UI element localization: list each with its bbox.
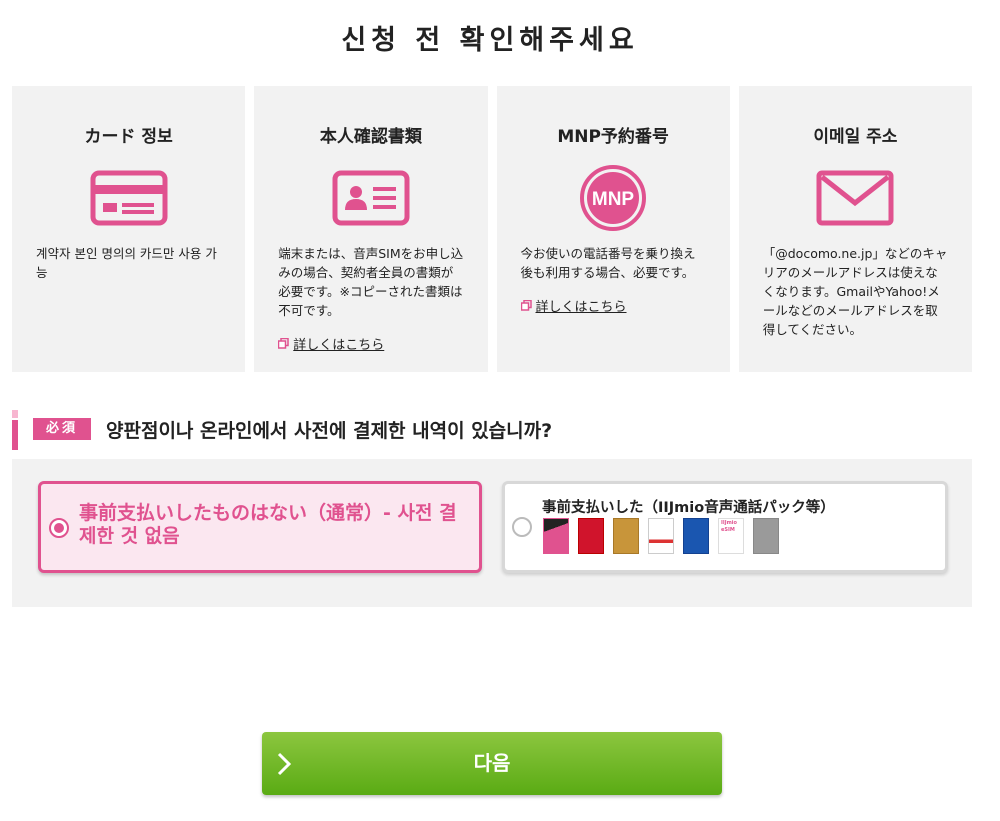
pack-image (613, 518, 639, 554)
pack-image (648, 518, 674, 554)
card-title: MNP予約番号 (557, 127, 669, 147)
prepaid-options: 事前支払いしたものはない（通常）- 사전 결제한 것 없음 事前支払いした（II… (12, 459, 972, 607)
details-link[interactable]: 詳しくはこちら (278, 334, 463, 353)
next-button[interactable]: 다음 (262, 732, 722, 795)
prepaid-pack-images: IIJmio eSIM (543, 518, 779, 554)
pack-image (683, 518, 709, 554)
option-prepaid[interactable]: 事前支払いした（IIJmio音声通話パック等） IIJmio eSIM (502, 481, 948, 573)
credit-card-icon (90, 170, 168, 226)
card-email-address: 이메일 주소 「@docomo.ne.jp」などのキャリアのメールアドレスは使え… (738, 86, 972, 372)
next-button-label: 다음 (473, 751, 511, 775)
card-text: 端末または、音声SIMをお申し込みの場合、契約者全員の書類が必要です。※コピーさ… (278, 246, 464, 318)
card-credit-card: カード 정보 계약자 본인 명의의 카드만 사용 가능 (12, 86, 246, 372)
external-link-icon (520, 300, 532, 311)
pack-image (753, 518, 779, 554)
card-mnp-number: MNP予約番号 MNP 今お使いの電話番号を乗り換え後も利用する場合、必要です。… (496, 86, 730, 372)
external-link-icon (278, 338, 289, 349)
option-no-prepayment[interactable]: 事前支払いしたものはない（通常）- 사전 결제한 것 없음 (38, 481, 482, 573)
question-text: 양판점이나 온라인에서 사전에 결제한 내역이 있습니까? (106, 420, 553, 442)
details-link[interactable]: 詳しくはこちら (520, 296, 706, 315)
id-card-icon (332, 170, 410, 226)
details-link-label: 詳しくはこちら (535, 300, 627, 315)
card-id-document: 本人確認書類 端末または、音声SIMをお申し込みの場合、契約者全員の書類が必要で… (254, 86, 488, 372)
card-title: カード 정보 (84, 127, 173, 147)
envelope-icon (816, 170, 894, 226)
requirements-cards: カード 정보 계약자 본인 명의의 카드만 사용 가능 本人確認書類 端末または… (12, 86, 972, 372)
card-text: 계약자 본인 명의의 카드만 사용 가능 (36, 246, 217, 280)
details-link-label: 詳しくはこちら (293, 338, 385, 353)
question-marker (12, 410, 18, 450)
radio-selected[interactable] (49, 518, 69, 538)
page-title: 신청 전 확인해주세요 (341, 25, 639, 56)
card-text: 今お使いの電話番号を乗り換え後も利用する場合、必要です。 (520, 246, 696, 280)
radio-unselected[interactable] (512, 517, 532, 537)
pack-image (543, 518, 569, 554)
option-label: 事前支払いした（IIJmio音声通話パック等） (542, 500, 835, 516)
mnp-badge-icon: MNP (580, 165, 647, 231)
pack-image (578, 518, 604, 554)
mnp-badge-text: MNP (592, 189, 635, 210)
option-label: 事前支払いしたものはない（通常）- 사전 결제한 것 없음 (79, 502, 457, 547)
card-title: 이메일 주소 (813, 127, 898, 147)
pack-text: IIJmio (721, 520, 737, 526)
card-text: 「@docomo.ne.jp」などのキャリアのメールアドレスは使えなくなります。… (762, 246, 948, 337)
required-badge: 必須 (33, 418, 91, 440)
pack-image: IIJmio eSIM (718, 518, 744, 554)
pack-text: eSIM (721, 527, 735, 533)
card-title: 本人確認書類 (319, 127, 422, 147)
